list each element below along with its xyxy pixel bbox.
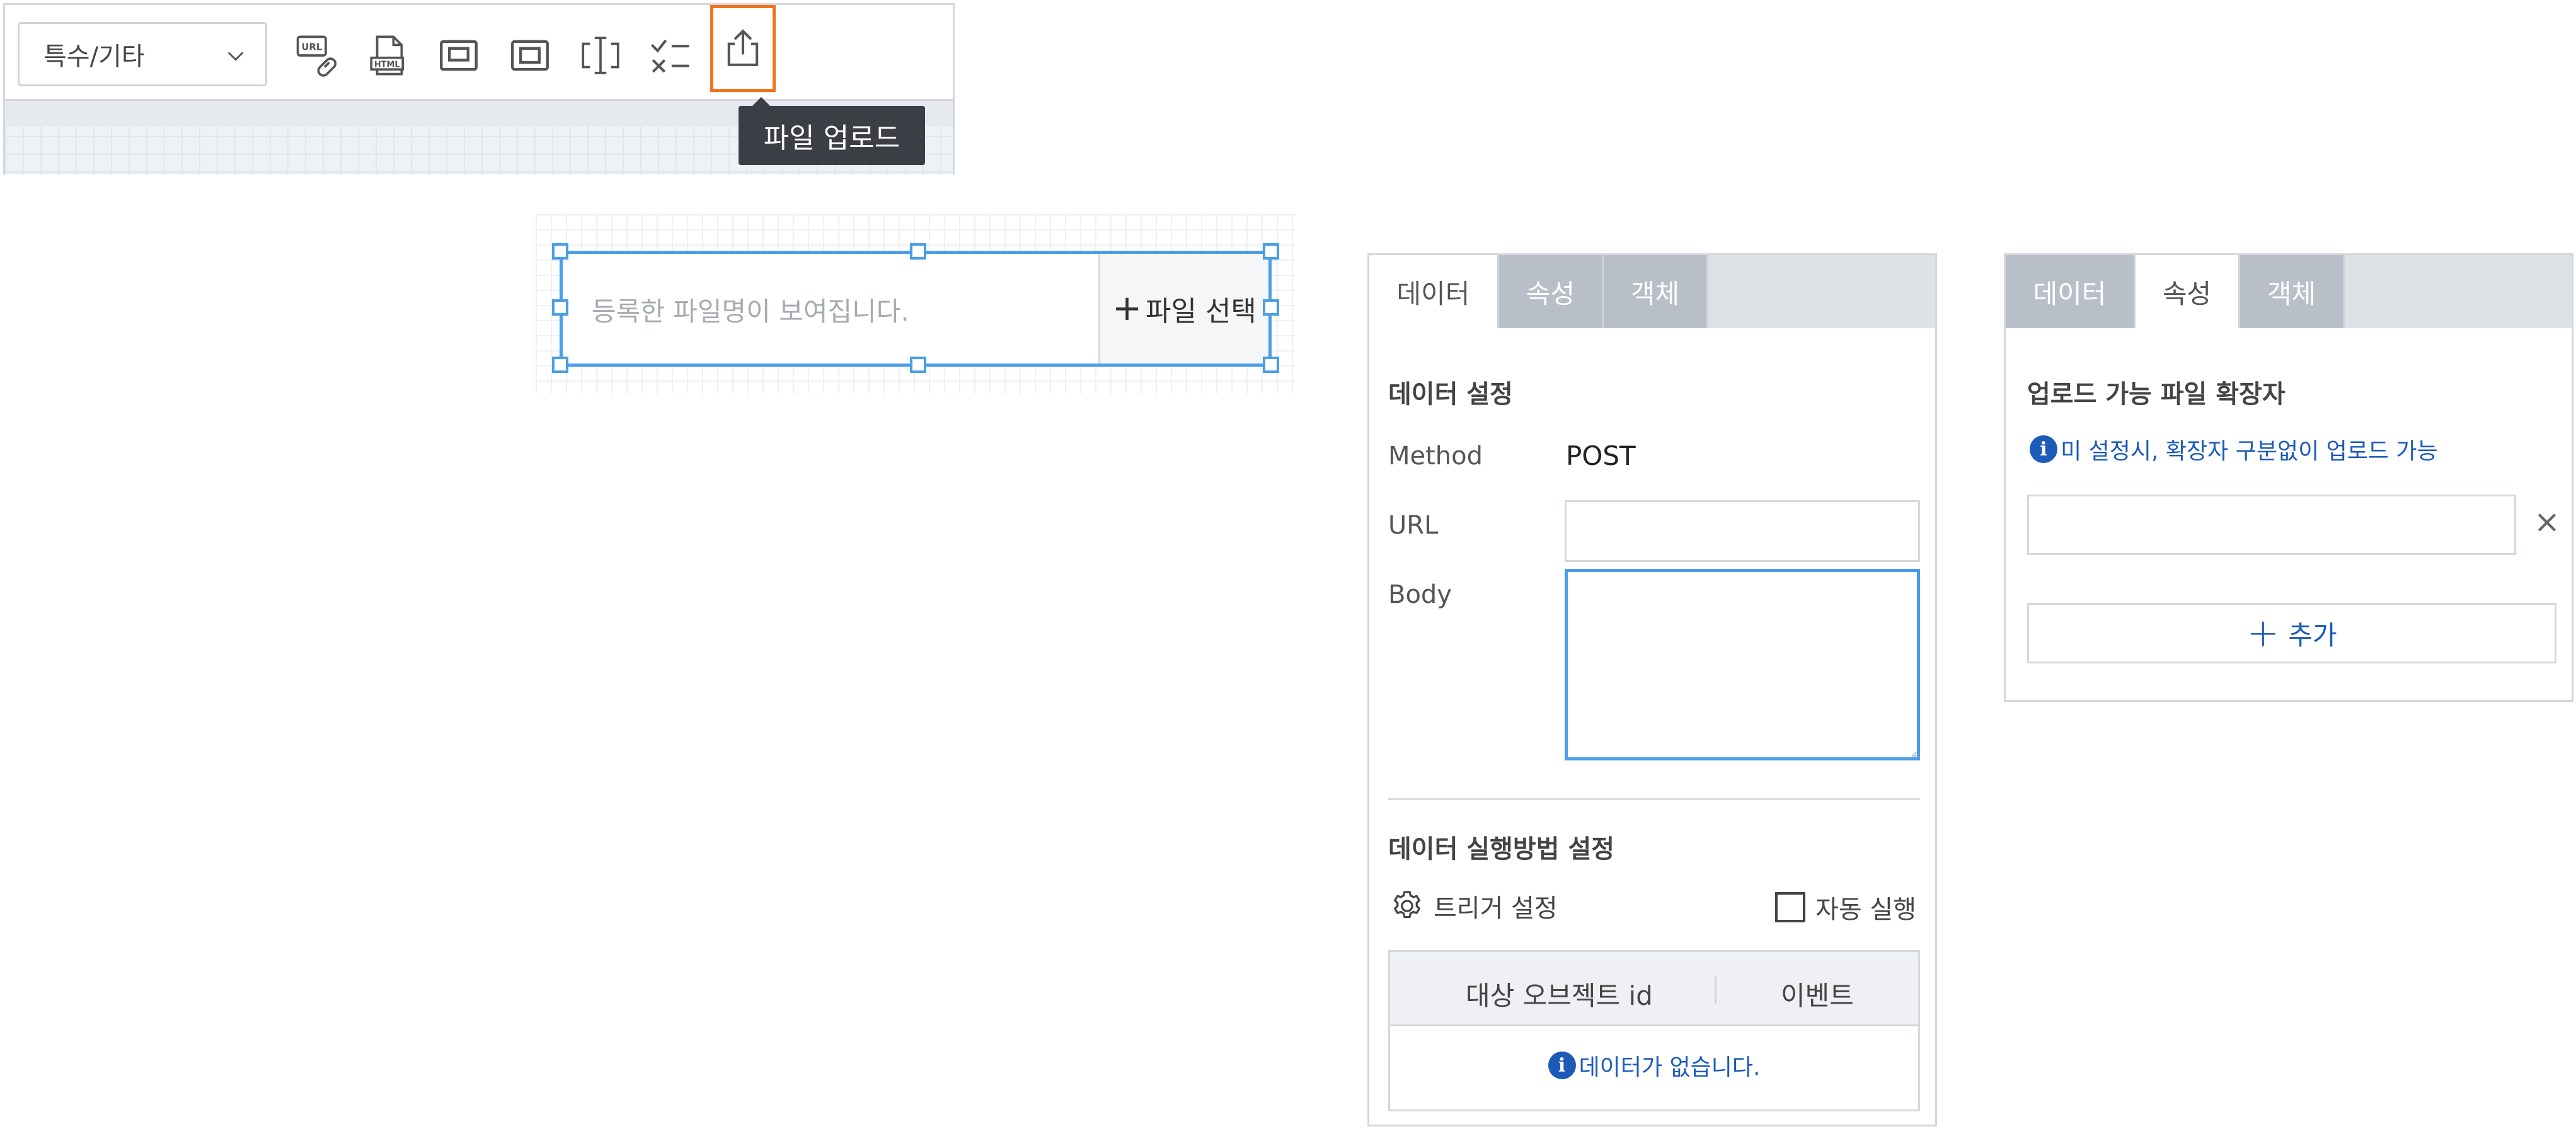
column-header-target-id: 대상 오브젝트 id — [1466, 980, 1653, 1011]
text-cursor-button[interactable] — [569, 24, 632, 87]
checklist-button[interactable] — [639, 24, 702, 87]
category-select-value: 특수/기타 — [43, 42, 145, 71]
empty-state: i 데이터가 없습니다. — [1390, 1049, 1918, 1082]
text-cursor-icon — [582, 37, 619, 74]
extension-info-message: 미 설정시, 확장자 구분없이 업로드 가능 — [2061, 438, 2438, 464]
file-select-label: 파일 선택 — [1146, 295, 1256, 328]
empty-message: 데이터가 없습니다. — [1578, 1055, 1761, 1080]
resize-handle-bottom-right[interactable] — [1263, 357, 1279, 373]
add-extension-button[interactable]: + 추가 — [2027, 603, 2556, 663]
exec-settings-title: 데이터 실행방법 설정 — [1388, 835, 1615, 864]
category-select[interactable]: 특수/기타 — [18, 22, 267, 86]
trigger-settings-button[interactable]: 트리거 설정 — [1389, 888, 1558, 924]
resize-handle-right[interactable] — [1263, 299, 1279, 316]
inner-frame-button[interactable] — [498, 24, 561, 87]
upload-extensions-title: 업로드 가능 파일 확장자 — [2027, 380, 2286, 409]
tab-objects[interactable]: 객체 — [2240, 255, 2345, 328]
frame-icon — [440, 40, 478, 71]
auto-run-label: 자동 실행 — [1815, 895, 1916, 924]
data-settings-panel: 데이터 속성 객체 데이터 설정 Method POST URL Body 데이… — [1367, 253, 1937, 1126]
tab-data[interactable]: 데이터 — [2006, 255, 2136, 328]
section-divider — [1388, 798, 1920, 800]
info-icon: i — [2030, 435, 2057, 463]
extension-info: i 미 설정시, 확장자 구분없이 업로드 가능 — [2030, 433, 2438, 466]
auto-run-checkbox[interactable] — [1775, 892, 1806, 922]
url-link-icon: URL — [296, 35, 337, 77]
url-input[interactable] — [1565, 500, 1920, 562]
column-header-event: 이벤트 — [1781, 980, 1854, 1011]
resize-handle-bottom[interactable] — [910, 357, 926, 373]
upload-icon — [727, 29, 759, 66]
resize-handle-bottom-left[interactable] — [552, 357, 568, 373]
tab-data[interactable]: 데이터 — [1369, 255, 1499, 328]
url-link-button[interactable]: URL — [286, 24, 349, 87]
info-icon: i — [1548, 1052, 1576, 1079]
remove-extension-icon[interactable]: × — [2534, 506, 2560, 537]
trigger-settings-label: 트리거 설정 — [1434, 894, 1558, 923]
html-file-button[interactable]: HTML — [357, 24, 420, 87]
body-label: Body — [1388, 580, 1452, 609]
attribute-settings-panel: 데이터 속성 객체 업로드 가능 파일 확장자 i 미 설정시, 확장자 구분없… — [2004, 253, 2573, 702]
file-upload-component[interactable]: 등록한 파일명이 보여집니다. + 파일 선택 — [560, 251, 1272, 367]
panel-tabbar: 데이터 속성 객체 — [1369, 255, 1935, 328]
checklist-icon — [650, 39, 689, 73]
gear-icon — [1394, 891, 1420, 919]
tab-properties[interactable]: 속성 — [2136, 255, 2240, 328]
tab-objects[interactable]: 객체 — [1604, 255, 1708, 328]
svg-text:HTML: HTML — [374, 60, 400, 70]
file-name-placeholder: 등록한 파일명이 보여집니다. — [592, 296, 909, 327]
inner-frame-icon — [511, 40, 549, 71]
header-separator — [1715, 976, 1716, 1004]
trigger-table: 대상 오브젝트 id 이벤트 i 데이터가 없습니다. — [1388, 950, 1920, 1111]
toolbar-row: 특수/기타 URL HTML — [5, 5, 953, 101]
method-value: POST — [1566, 440, 1636, 471]
url-label: URL — [1388, 511, 1439, 540]
frame-button[interactable] — [427, 24, 490, 87]
body-textarea[interactable] — [1565, 569, 1920, 760]
svg-text:URL: URL — [301, 42, 322, 53]
resize-handle-top-left[interactable] — [552, 243, 568, 260]
chevron-down-icon — [227, 52, 244, 61]
auto-run-toggle[interactable]: 자동 실행 — [1775, 889, 1916, 926]
resize-handle-top-right[interactable] — [1263, 243, 1279, 260]
data-settings-title: 데이터 설정 — [1388, 380, 1513, 409]
plus-icon: + — [1112, 288, 1142, 329]
trigger-table-header: 대상 오브젝트 id 이벤트 — [1390, 952, 1918, 1026]
file-upload-button[interactable] — [710, 5, 776, 92]
upload-tooltip: 파일 업로드 — [739, 97, 925, 165]
plus-icon: + — [2246, 610, 2280, 656]
panel-tabbar: 데이터 속성 객체 — [2006, 255, 2572, 328]
extension-input[interactable] — [2027, 495, 2516, 555]
file-select-button[interactable]: + 파일 선택 — [1098, 254, 1268, 364]
resize-handle-left[interactable] — [552, 299, 568, 316]
html-file-icon: HTML — [370, 35, 405, 76]
add-extension-label: 추가 — [2288, 619, 2337, 651]
method-label: Method — [1388, 442, 1483, 471]
tab-properties[interactable]: 속성 — [1499, 255, 1604, 328]
resize-handle-top[interactable] — [910, 243, 926, 260]
